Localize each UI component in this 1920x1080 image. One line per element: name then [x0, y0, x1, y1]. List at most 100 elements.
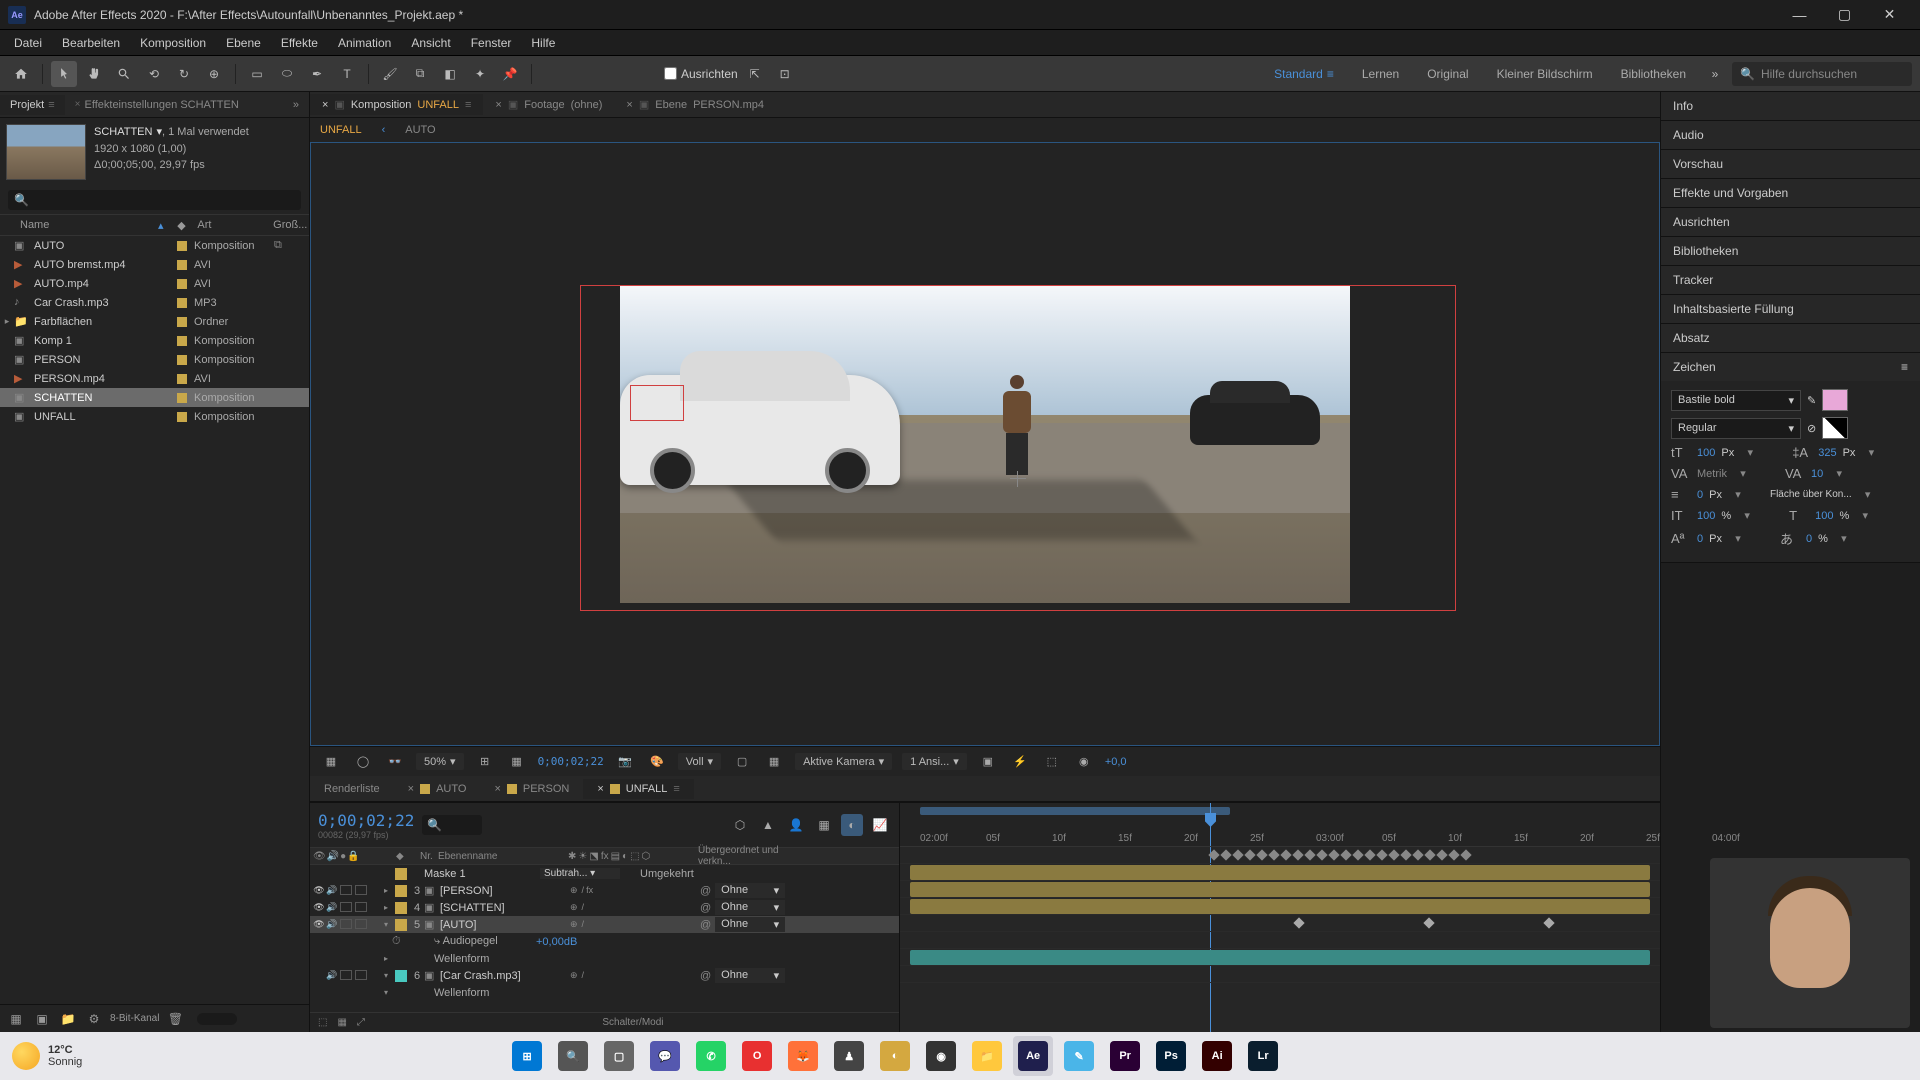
eye-col-icon[interactable]: 👁	[313, 851, 326, 862]
clone-tool[interactable]: ⧉	[407, 61, 433, 87]
brush-tool[interactable]: 🖌	[377, 61, 403, 87]
switches-modes-label[interactable]: Schalter/Modi	[375, 1017, 891, 1028]
zoom-dropdown[interactable]: 50% ▾	[416, 753, 464, 770]
layer-row[interactable]: 👁🔊▸4▣[SCHATTEN]⊕/@Ohne ▾	[310, 899, 899, 916]
layer-clip[interactable]	[910, 865, 1650, 880]
track-row[interactable]	[900, 949, 1660, 966]
workspace-kleiner bildschirm[interactable]: Kleiner Bildschirm	[1485, 63, 1605, 85]
font-style-dropdown[interactable]: Regular▾	[1671, 418, 1801, 439]
col-label[interactable]: ◆	[169, 219, 193, 232]
project-item[interactable]: ▸📁FarbflächenOrdner	[0, 312, 309, 331]
layer-row[interactable]: ▸Wellenform	[310, 950, 899, 967]
taskbar-explorer[interactable]: 📁	[967, 1036, 1007, 1076]
mask-icon[interactable]: 👓	[384, 751, 406, 773]
camera-dropdown[interactable]: Aktive Kamera ▾	[795, 753, 892, 770]
orbit-tool[interactable]: ⟲	[141, 61, 167, 87]
workspace-original[interactable]: Original	[1415, 63, 1480, 85]
weather-widget[interactable]: 12°C Sonnig	[12, 1042, 82, 1070]
expand-icon[interactable]: ⤢	[357, 1017, 365, 1028]
text-tool[interactable]: T	[334, 61, 360, 87]
track-row[interactable]	[900, 847, 1660, 864]
selected-item-name[interactable]: SCHATTEN ▾	[94, 124, 162, 141]
menu-bearbeiten[interactable]: Bearbeiten	[52, 33, 130, 53]
zoom-tool[interactable]	[111, 61, 137, 87]
taskbar-app2[interactable]: ◐	[875, 1036, 915, 1076]
eyedropper-icon[interactable]: ✎	[1807, 394, 1816, 407]
shy-icon[interactable]: 👤	[785, 814, 807, 836]
panel-header[interactable]: Effekte und Vorgaben	[1661, 179, 1920, 207]
menu-ansicht[interactable]: Ansicht	[401, 33, 460, 53]
font-family-dropdown[interactable]: Bastile bold▾	[1671, 390, 1801, 411]
roi-icon[interactable]: ▢	[731, 751, 753, 773]
taskbar-teams[interactable]: 💬	[645, 1036, 685, 1076]
snapshot-icon[interactable]: 📷	[614, 751, 636, 773]
taskbar-ai[interactable]: Ai	[1197, 1036, 1237, 1076]
taskbar-pr[interactable]: Pr	[1105, 1036, 1145, 1076]
project-item[interactable]: ♪Car Crash.mp3MP3	[0, 293, 309, 312]
motionblur-icon[interactable]: ◐	[841, 814, 863, 836]
new-folder-icon[interactable]: 📁	[58, 1009, 78, 1029]
layer-clip[interactable]	[910, 950, 1650, 965]
project-item[interactable]: ▣AUTOKomposition⧉	[0, 236, 309, 255]
taskbar-lr[interactable]: Lr	[1243, 1036, 1283, 1076]
close-button[interactable]: ✕	[1867, 0, 1912, 30]
chevron-down-icon[interactable]: ▾	[1740, 446, 1760, 459]
timeline-tab[interactable]: × PERSON	[480, 779, 583, 799]
layer-clip[interactable]	[910, 899, 1650, 914]
no-fill-icon[interactable]: ⊘	[1807, 422, 1816, 435]
ellipse-tool[interactable]: ⬭	[274, 61, 300, 87]
layer-row[interactable]: 👁🔊▾5▣[AUTO]⊕/@Ohne ▾	[310, 916, 899, 933]
3d-icon[interactable]: ⬚	[1041, 751, 1063, 773]
project-item[interactable]: ▶AUTO bremst.mp4AVI	[0, 255, 309, 274]
project-item[interactable]: ▣PERSONKomposition	[0, 350, 309, 369]
hand-tool[interactable]	[81, 61, 107, 87]
taskbar-start[interactable]: ⊞	[507, 1036, 547, 1076]
col-type[interactable]: Art	[193, 219, 273, 231]
character-panel-title[interactable]: Zeichen	[1673, 360, 1716, 374]
stroke-width-value[interactable]: 0	[1697, 489, 1703, 501]
layer-row[interactable]: 👁🔊▸3▣[PERSON]⊕/fx@Ohne ▾	[310, 882, 899, 899]
flow-tab[interactable]: UNFALL	[320, 124, 362, 136]
close-icon[interactable]: ×	[626, 99, 632, 111]
timeline-tab[interactable]: × AUTO	[394, 779, 481, 799]
panel-header[interactable]: Ausrichten	[1661, 208, 1920, 236]
selection-tool[interactable]	[51, 61, 77, 87]
taskbar-app1[interactable]: ♟	[829, 1036, 869, 1076]
chevron-down-icon[interactable]: ▾	[1861, 446, 1881, 459]
tab-effect-controls[interactable]: ×Effekteinstellungen SCHATTEN	[65, 95, 249, 115]
workspace-lernen[interactable]: Lernen	[1350, 63, 1411, 85]
settings-icon[interactable]: ⚙	[84, 1009, 104, 1029]
snap-checkbox[interactable]	[664, 67, 677, 80]
taskbar-search[interactable]: 🔍	[553, 1036, 593, 1076]
new-comp-icon[interactable]: ▣	[32, 1009, 52, 1029]
chevron-down-icon[interactable]: ▾	[1834, 532, 1854, 545]
taskbar-opera[interactable]: O	[737, 1036, 777, 1076]
layer-row[interactable]: ▾Wellenform	[310, 984, 899, 1001]
current-time[interactable]: 0;00;02;22	[318, 811, 414, 830]
comp-flowchart-icon[interactable]: ⬡	[729, 814, 751, 836]
taskbar-firefox[interactable]: 🦊	[783, 1036, 823, 1076]
time-ruler[interactable]: 02:00f05f10f15f20f25f03:00f05f10f15f20f2…	[900, 803, 1660, 847]
tab-project[interactable]: Projekt≡	[0, 95, 65, 115]
font-size-value[interactable]: 100	[1697, 447, 1715, 459]
toggle-switches-icon[interactable]: ⬚	[318, 1017, 327, 1028]
bit-depth[interactable]: 8-Bit-Kanal	[110, 1013, 159, 1024]
kerning-value[interactable]: Metrik	[1697, 468, 1727, 480]
panel-header[interactable]: Bibliotheken	[1661, 237, 1920, 265]
timeline-tab[interactable]: Renderliste	[310, 779, 394, 799]
taskbar-obs[interactable]: ◉	[921, 1036, 961, 1076]
trash-icon[interactable]: 🗑	[165, 1009, 185, 1029]
layer-row[interactable]: Maske 1Subtrah... ▾Umgekehrt	[310, 865, 899, 882]
pen-tool[interactable]: ✒	[304, 61, 330, 87]
tracking-value[interactable]: 10	[1811, 468, 1823, 480]
fast-preview-icon[interactable]: ⚡	[1009, 751, 1031, 773]
workspace-bibliotheken[interactable]: Bibliotheken	[1609, 63, 1698, 85]
snap-opts2-icon[interactable]: ⊡	[772, 61, 798, 87]
panel-header[interactable]: Info	[1661, 92, 1920, 120]
pixel-aspect-icon[interactable]: ▣	[977, 751, 999, 773]
track-row[interactable]	[900, 966, 1660, 983]
col-size[interactable]: Groß...	[273, 219, 309, 231]
tsume-value[interactable]: 0	[1806, 533, 1812, 545]
panel-header[interactable]: Absatz	[1661, 324, 1920, 352]
comp-tab[interactable]: × ▣ Footage (ohne)	[483, 94, 614, 115]
